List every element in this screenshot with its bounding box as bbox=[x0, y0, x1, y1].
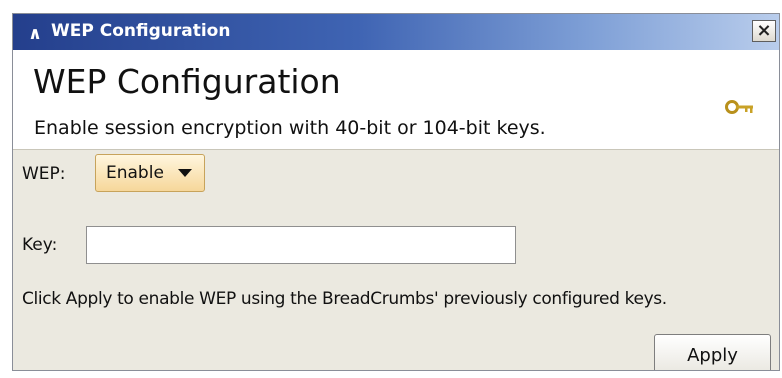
window-titlebar: ∧ WEP Configuration × bbox=[13, 14, 779, 50]
page-title: WEP Configuration bbox=[33, 62, 341, 101]
chevron-down-icon bbox=[178, 169, 192, 177]
key-input[interactable] bbox=[86, 226, 516, 264]
help-text: Click Apply to enable WEP using the Brea… bbox=[22, 289, 667, 309]
close-icon: × bbox=[756, 20, 772, 41]
collapse-icon[interactable]: ∧ bbox=[27, 20, 43, 48]
wep-configuration-window: ∧ WEP Configuration × WEP Configuration … bbox=[12, 13, 780, 371]
configuration-form: WEP: Enable Key: Click Apply to enable W… bbox=[13, 150, 779, 370]
window-title: WEP Configuration bbox=[51, 21, 231, 41]
wep-select-value: Enable bbox=[106, 163, 164, 183]
page-header: WEP Configuration Enable session encrypt… bbox=[13, 50, 779, 150]
key-label: Key: bbox=[22, 235, 58, 255]
close-button[interactable]: × bbox=[752, 20, 776, 42]
key-icon bbox=[725, 100, 753, 114]
page-subtitle: Enable session encryption with 40-bit or… bbox=[34, 117, 546, 139]
wep-select[interactable]: Enable bbox=[95, 154, 205, 192]
apply-button[interactable]: Apply bbox=[654, 334, 771, 370]
wep-label: WEP: bbox=[22, 164, 66, 184]
